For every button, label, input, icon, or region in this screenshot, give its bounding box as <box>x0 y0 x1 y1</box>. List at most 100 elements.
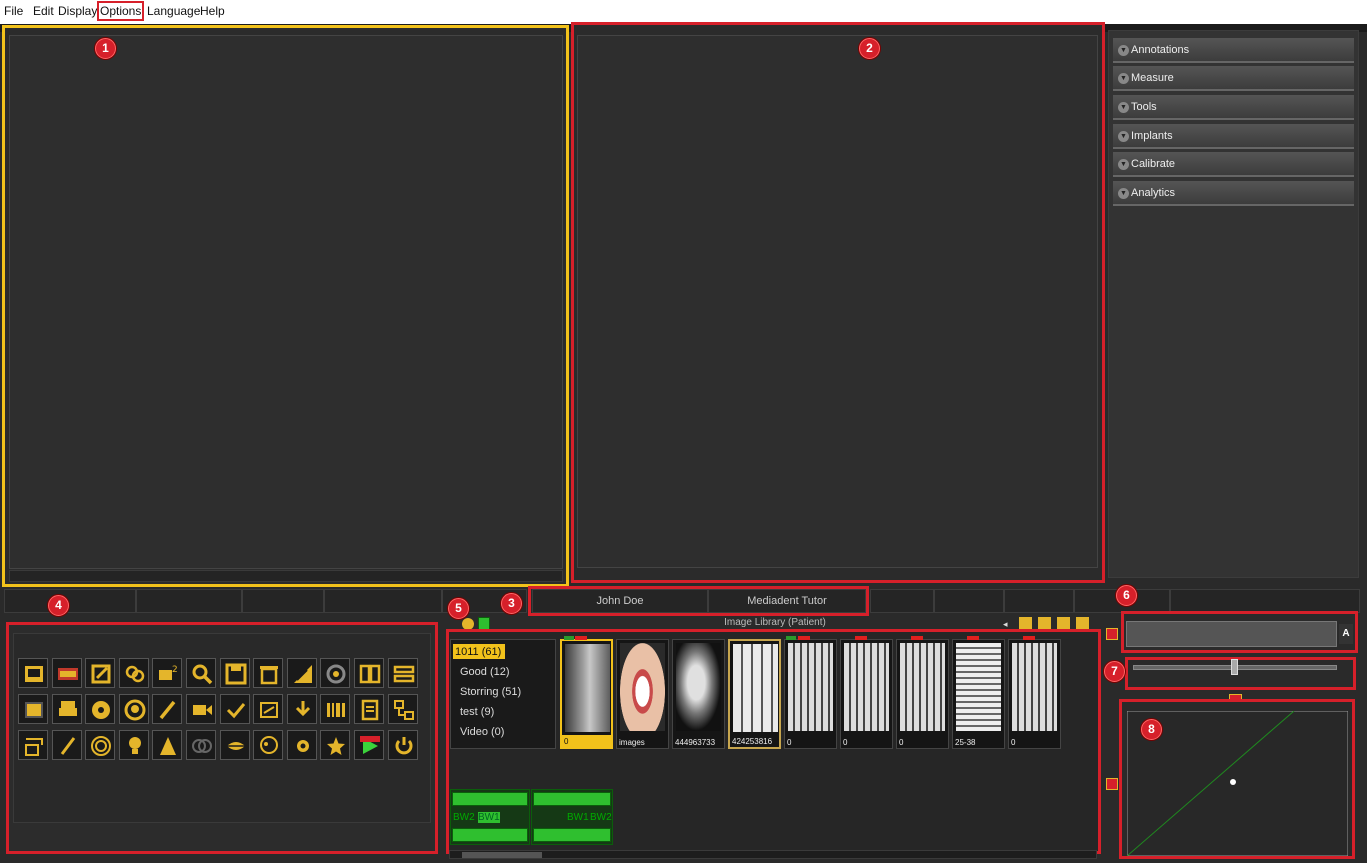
badge-2: 2 <box>859 38 880 59</box>
fingerprint-icon[interactable] <box>85 730 116 760</box>
scrollbar-thumb[interactable] <box>462 852 542 858</box>
xray-series-image <box>900 643 945 731</box>
library-scrollbar[interactable] <box>449 850 1097 859</box>
badge-1: 1 <box>95 38 116 59</box>
menu-display[interactable]: Display <box>58 4 97 18</box>
skull-icon[interactable] <box>253 730 284 760</box>
brush-icon[interactable] <box>152 694 183 724</box>
status-cell <box>136 589 242 613</box>
thumbnail-caption: 0 <box>843 738 848 747</box>
image-import-icon[interactable] <box>18 694 48 724</box>
thumbnail[interactable]: 0 <box>560 639 613 749</box>
annotation-text-input[interactable] <box>1126 621 1337 647</box>
overlap-circles-icon[interactable] <box>186 730 216 760</box>
menu-language[interactable]: Language <box>147 4 200 18</box>
accordion-tools[interactable]: ▼ Tools <box>1113 95 1354 120</box>
group-item-storring[interactable]: Storring (51) <box>460 686 521 698</box>
twain-icon[interactable] <box>286 694 317 724</box>
menu-file[interactable]: File <box>4 4 23 18</box>
expand-arrow-icon: ▼ <box>1118 131 1129 142</box>
xray-head-icon[interactable] <box>118 694 149 724</box>
menu-options[interactable]: Options <box>96 1 145 21</box>
scanner-icon[interactable] <box>253 694 284 724</box>
accordion-analytics[interactable]: ▼ Analytics <box>1113 181 1354 206</box>
badge-3: 3 <box>501 593 522 614</box>
thumbnail[interactable]: 0 <box>1008 639 1061 749</box>
group-item-video[interactable]: Video (0) <box>460 726 504 738</box>
accordion-implants[interactable]: ▼ Implants <box>1113 124 1354 149</box>
status-tag <box>575 636 587 640</box>
thumbnail[interactable]: 25-38 <box>952 639 1005 749</box>
thumb-caption-bg <box>562 735 611 747</box>
trash-icon[interactable] <box>253 658 284 688</box>
star-icon[interactable] <box>320 730 351 760</box>
link-chain-icon[interactable] <box>118 658 149 688</box>
image-stack-icon[interactable] <box>18 658 48 688</box>
thumbnail[interactable]: 0 <box>840 639 893 749</box>
accordion-calibrate[interactable]: ▼ Calibrate <box>1113 152 1354 177</box>
cone-icon[interactable] <box>152 730 183 760</box>
thumbnail-caption: 424253816 <box>732 737 773 746</box>
gear-settings-icon[interactable] <box>286 730 317 760</box>
xray-radiation-icon[interactable] <box>85 694 116 724</box>
split-view-icon[interactable] <box>354 658 384 688</box>
expand-arrow-icon: ▼ <box>1118 45 1129 56</box>
status-tag <box>911 636 923 640</box>
status-cell <box>4 589 136 613</box>
accordion-label: Analytics <box>1131 187 1176 199</box>
collapse-panel-icon[interactable] <box>1106 628 1118 640</box>
group-item-1011[interactable]: 1011 (61) <box>455 646 501 658</box>
save-disk-icon[interactable] <box>219 658 250 688</box>
align-icon[interactable] <box>387 658 418 688</box>
ruler-angle-icon[interactable] <box>286 658 317 688</box>
thumbnail[interactable]: 0 <box>784 639 837 749</box>
reset-curve-icon[interactable] <box>1106 778 1118 790</box>
rotate-lens-icon[interactable] <box>320 658 351 688</box>
barcode-icon[interactable] <box>320 694 351 724</box>
compare-2-icon[interactable]: 2 <box>152 658 183 688</box>
thumbnail-caption: images <box>619 738 645 747</box>
menu-edit[interactable]: Edit <box>33 4 54 18</box>
demo-play-icon[interactable] <box>354 730 384 760</box>
thumbnail[interactable]: 0 <box>896 639 949 749</box>
power-icon[interactable] <box>387 730 418 760</box>
document-icon[interactable] <box>354 694 384 724</box>
thumbnail[interactable]: images <box>616 639 669 749</box>
intraoral-cam-icon[interactable] <box>51 730 82 760</box>
accordion-label: Implants <box>1131 130 1173 142</box>
bitewing-template[interactable]: BW1 BW2 <box>531 789 613 845</box>
expand-arrow-icon: ▼ <box>1118 102 1129 113</box>
bitewing-label: BW1 <box>478 812 500 823</box>
right-image-viewer[interactable] <box>577 35 1098 568</box>
thumbnail-caption: 0 <box>1011 738 1016 747</box>
lips-icon[interactable] <box>219 730 250 760</box>
thumbnail-caption: 25-38 <box>955 738 976 747</box>
printer-icon[interactable] <box>51 694 82 724</box>
group-item-test[interactable]: test (9) <box>460 706 494 718</box>
accordion-measure[interactable]: ▼ Measure <box>1113 66 1354 91</box>
doctor-name: Mediadent Tutor <box>708 589 866 613</box>
thumbnail[interactable]: 424253816 <box>728 639 781 749</box>
status-cell <box>242 589 324 613</box>
menu-bar: File Edit Display Options Language Help <box>0 0 1367 24</box>
left-image-viewer[interactable] <box>9 35 563 569</box>
bitewing-template[interactable]: BW2 BW1 <box>450 789 530 845</box>
group-item-good[interactable]: Good (12) <box>460 666 510 678</box>
check-icon[interactable] <box>219 694 250 724</box>
xray-cephalometric-image <box>676 643 721 731</box>
edit-note-icon[interactable] <box>85 658 116 688</box>
teeth-grid-icon[interactable] <box>51 658 82 688</box>
bulb-icon[interactable] <box>118 730 149 760</box>
video-camera-icon[interactable] <box>186 694 216 724</box>
brightness-slider-handle[interactable] <box>1231 659 1238 675</box>
magnifier-icon[interactable] <box>186 658 216 688</box>
font-style-button[interactable]: A <box>1339 624 1353 644</box>
status-cell <box>1170 589 1360 613</box>
network-icon[interactable] <box>387 694 418 724</box>
menu-help[interactable]: Help <box>200 4 225 18</box>
network-export-icon[interactable] <box>18 730 48 760</box>
left-viewer-scrollbar[interactable] <box>9 570 563 582</box>
thumbnail[interactable]: 444963733 <box>672 639 725 749</box>
curve-control-point <box>1230 779 1236 785</box>
accordion-annotations[interactable]: ▼ Annotations <box>1113 38 1354 63</box>
